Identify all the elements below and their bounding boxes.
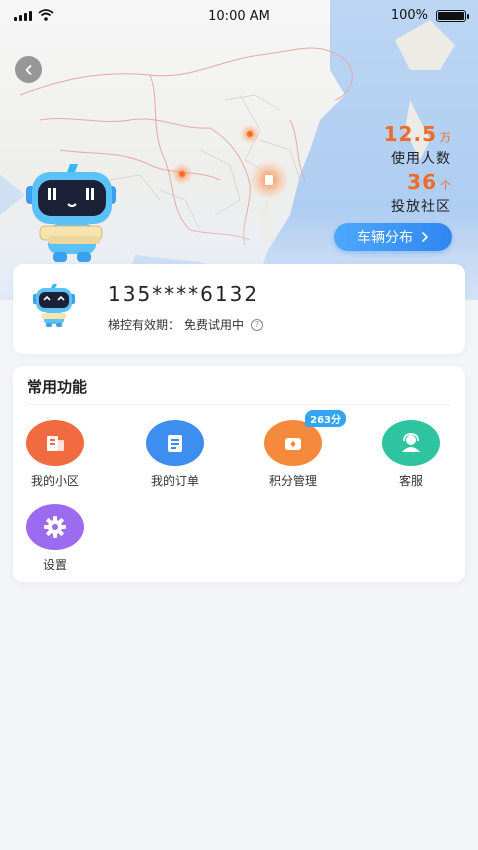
function-my-orders[interactable]: 我的订单: [133, 420, 217, 489]
validity-value: 免费试用中: [184, 318, 245, 332]
function-icon-bg: [26, 420, 84, 466]
common-functions-card: 常用功能 我的小区 我的订单 263分 积分管理 客服 设置: [13, 366, 465, 582]
function-label: 我的小区: [30, 474, 79, 488]
function-icon-bg: [382, 420, 440, 466]
vehicle-distribution-button[interactable]: 车辆分布: [334, 223, 452, 251]
users-stat: 12.5 万 使用人数: [384, 122, 451, 168]
help-icon[interactable]: ?: [251, 318, 264, 331]
communities-label: 投放社区: [391, 199, 451, 215]
function-points-management[interactable]: 263分 积分管理: [251, 410, 346, 489]
points-badge: 263分: [305, 410, 346, 427]
users-label: 使用人数: [391, 151, 451, 167]
function-label: 我的订单: [150, 474, 199, 488]
function-settings[interactable]: 设置: [13, 504, 97, 573]
function-icon-bg: [26, 504, 84, 550]
function-my-community[interactable]: 我的小区: [13, 420, 97, 489]
section-title: 常用功能: [27, 378, 88, 396]
function-icon-bg: [146, 420, 204, 466]
robot-mascot-icon: [26, 164, 116, 262]
users-unit: 万: [440, 131, 451, 144]
validity-label: 梯控有效期：: [108, 318, 181, 332]
order-icon: [168, 435, 182, 452]
back-button[interactable]: [15, 56, 42, 83]
communities-count: 36: [407, 170, 437, 194]
battery-percent: 100%: [390, 8, 428, 23]
status-bar: 10:00 AM 100%: [0, 0, 478, 34]
customer-service-icon: [402, 433, 420, 452]
communities-unit: 个: [440, 179, 451, 192]
account-phone: 135****6132: [108, 282, 260, 306]
chevron-right-icon: [422, 232, 428, 242]
communities-stat: 36 个 投放社区: [391, 170, 451, 216]
divider: [27, 404, 451, 405]
building-icon: [47, 436, 64, 451]
users-count: 12.5: [383, 122, 437, 146]
chevron-left-icon: [25, 64, 31, 75]
account-validity: 梯控有效期： 免费试用中 ?: [108, 316, 264, 333]
settings-gear-icon: [44, 516, 66, 538]
function-label: 客服: [398, 474, 423, 488]
battery-icon: [436, 10, 469, 22]
function-customer-service[interactable]: 客服: [369, 420, 453, 489]
points-icon: [285, 438, 301, 450]
function-icon-bg: 263分: [264, 410, 346, 466]
map-header: 10:00 AM 100% 12.5 万 使用人数 36 个 投放社区 车辆分布: [0, 0, 478, 300]
function-label: 设置: [42, 558, 67, 572]
account-card[interactable]: 135****6132 梯控有效期： 免费试用中 ?: [13, 264, 465, 354]
vehicle-distribution-label: 车辆分布: [357, 230, 413, 246]
robot-avatar-icon: [33, 284, 75, 327]
function-label: 积分管理: [268, 474, 317, 488]
